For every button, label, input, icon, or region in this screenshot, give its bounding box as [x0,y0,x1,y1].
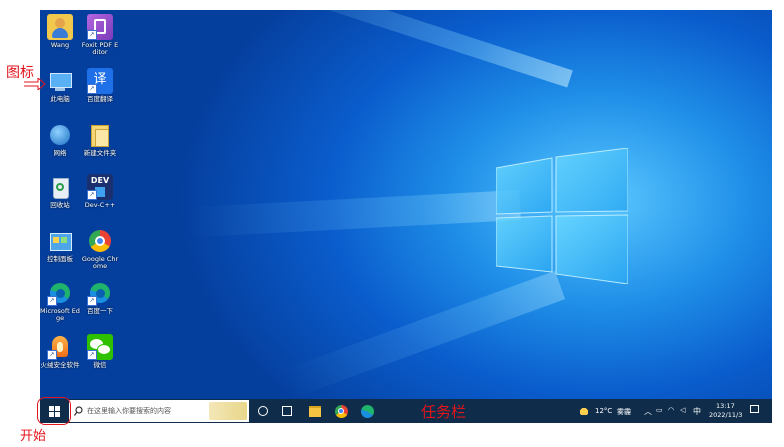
annotation-arrow-icon [24,78,46,90]
light-beam [189,190,521,238]
icon-label: 百度一下 [87,307,113,315]
edge-icon [360,404,374,418]
ime-indicator[interactable]: 中 [693,406,701,417]
desktop-icon-new-folder[interactable]: 新建文件夹 [80,122,120,157]
computer-icon [47,68,73,94]
icon-label: 火绒安全软件 [40,361,80,369]
foxit-pdf-icon: ↗ [87,14,113,40]
desktop-icon-control-panel[interactable]: 控制面板 [40,228,80,263]
icon-label: 网络 [53,149,67,157]
annotation-start-label: 开始 [20,429,47,444]
wifi-icon[interactable]: ◠ [668,406,674,414]
cortana-button[interactable] [254,402,272,420]
shortcut-arrow-icon: ↗ [87,296,97,306]
recycle-bin-icon [47,174,73,200]
task-view-icon [282,406,292,416]
clock-date[interactable]: 2022/11/3 [709,411,742,419]
notification-button[interactable] [750,405,759,413]
icon-label: 回收站 [50,201,70,209]
desktop-icon-baidu-translate[interactable]: 译 ↗ 百度翻译 [80,68,120,103]
circle-icon [258,406,268,416]
icon-label: Dev-C++ [84,201,116,209]
shortcut-arrow-icon: ↗ [87,30,97,40]
shortcut-arrow-icon: ↗ [87,84,97,94]
desktop-icon-devcpp[interactable]: DEV ↗ Dev-C++ [80,174,120,209]
taskbar-search-box[interactable]: 在这里输入你要搜索的内容 [69,400,249,422]
chrome-icon [334,404,348,418]
weather-icon[interactable] [578,405,590,415]
desktop-icon-network[interactable]: 网络 [40,122,80,157]
icon-label: 控制面板 [47,255,73,263]
icon-label: 百度翻译 [87,95,113,103]
desktop-icon-foxit[interactable]: ↗ Foxit PDF Editor [80,14,120,56]
icon-label: Google Chrome [81,255,119,270]
shortcut-arrow-icon: ↗ [47,350,57,360]
chrome-icon [87,228,113,254]
huorong-icon: ↗ [47,334,73,360]
windows-logo [496,148,628,284]
desktop-icon-edge[interactable]: ↗ Microsoft Edge [40,280,80,322]
chevron-up-icon[interactable]: ︿ [644,406,652,417]
translate-icon: 译 ↗ [87,68,113,94]
search-icon [74,406,83,416]
icon-label: 新建文件夹 [83,149,117,157]
taskbar-file-explorer[interactable] [306,402,324,420]
icon-label: 微信 [93,361,107,369]
light-beam [253,10,573,88]
desktop-icon-wechat[interactable]: ↗ 微信 [80,334,120,369]
wechat-icon: ↗ [87,334,113,360]
desktop-icon-baidu[interactable]: ↗ 百度一下 [80,280,120,315]
light-beam [282,270,566,399]
shortcut-arrow-icon: ↗ [87,190,97,200]
user-folder-icon [47,14,73,40]
annotation-taskbar-label: 任务栏 [421,403,467,421]
desktop: Wang 此电脑 网络 回收站 控制面板 ↗ Microsoft Edge ↗ … [40,10,772,399]
clock-time[interactable]: 13:17 [716,402,735,410]
network-tray-icon[interactable]: ▭ [656,406,663,414]
desktop-icon-user-folder[interactable]: Wang [40,14,80,49]
icon-label: Microsoft Edge [40,307,80,322]
search-placeholder: 在这里输入你要搜索的内容 [87,407,171,415]
icon-label: 此电脑 [50,95,70,103]
search-highlight-illustration [209,402,247,420]
dev-cpp-icon: DEV ↗ [87,174,113,200]
folder-icon [87,122,113,148]
shortcut-arrow-icon: ↗ [47,296,57,306]
volume-icon[interactable]: ◁ [680,406,685,414]
desktop-icon-huorong[interactable]: ↗ 火绒安全软件 [40,334,80,369]
icon-label: Foxit PDF Editor [81,41,119,56]
control-panel-icon [47,228,73,254]
weather-temperature[interactable]: 12°C [595,407,612,415]
desktop-icon-chrome[interactable]: Google Chrome [80,228,120,270]
dev-text: DEV [90,176,110,185]
folder-icon [309,405,321,417]
desktop-icon-recycle-bin[interactable]: 回收站 [40,174,80,209]
desktop-icon-this-pc[interactable]: 此电脑 [40,68,80,103]
annotation-start-circle [37,397,71,425]
task-view-button[interactable] [278,402,296,420]
shortcut-arrow-icon: ↗ [87,350,97,360]
taskbar-chrome[interactable] [332,402,350,420]
edge-icon: ↗ [87,280,113,306]
edge-icon: ↗ [47,280,73,306]
taskbar: 在这里输入你要搜索的内容 12°C 雾霾 ︿ ▭ ◠ ◁ 中 13:17 202… [40,399,772,423]
icon-label: Wang [50,41,70,49]
taskbar-edge[interactable] [358,402,376,420]
network-icon [47,122,73,148]
weather-description[interactable]: 雾霾 [617,407,631,417]
